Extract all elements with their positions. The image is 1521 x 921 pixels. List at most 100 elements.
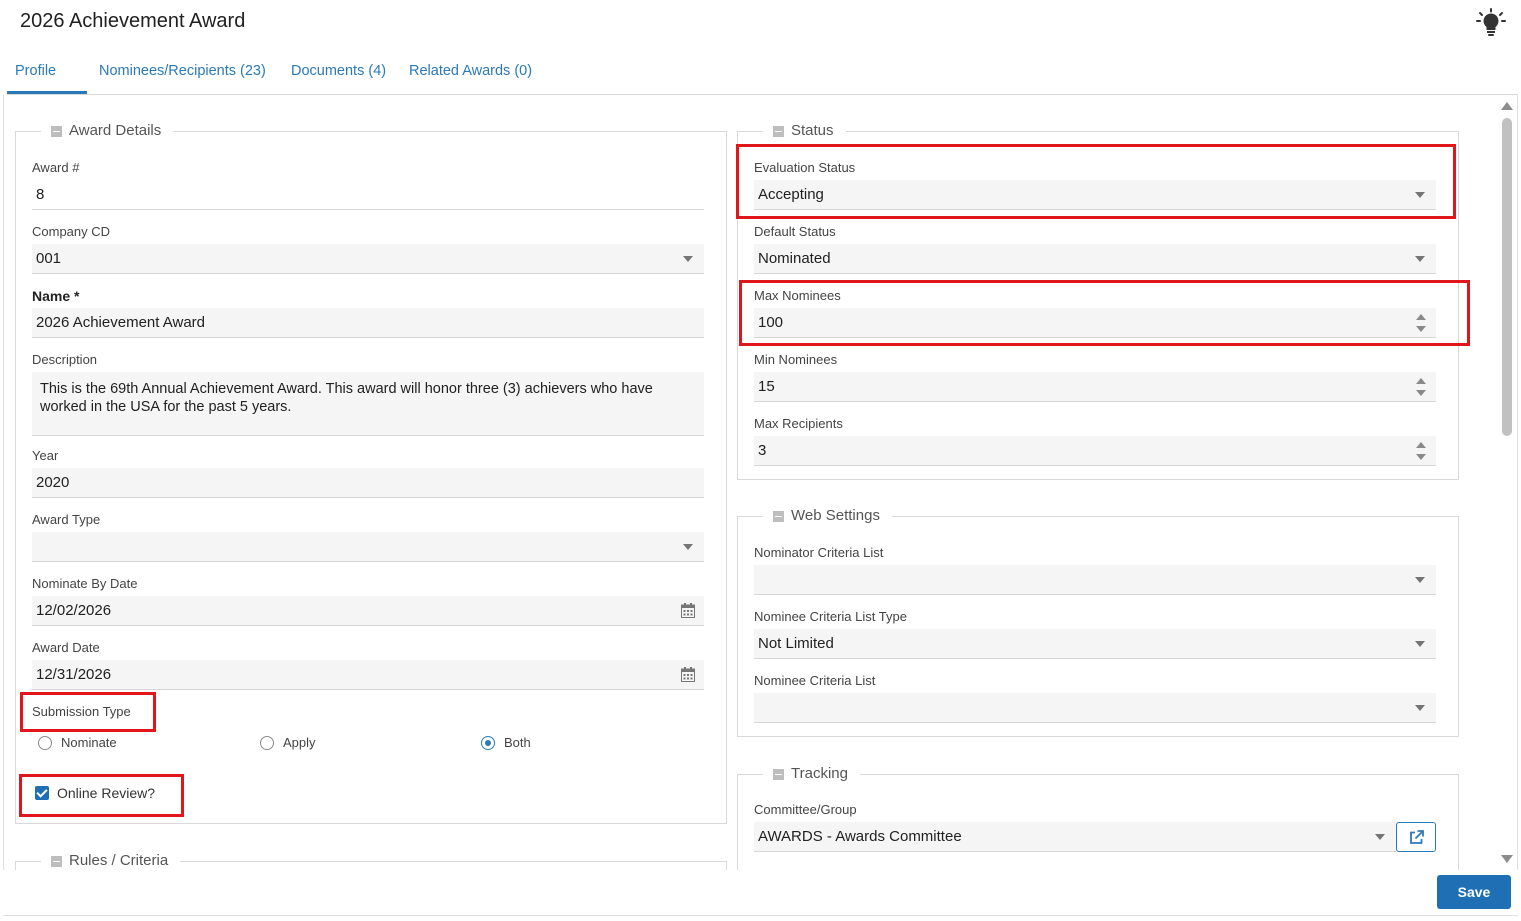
chevron-down-icon[interactable] xyxy=(683,544,693,550)
company-cd-value: 001 xyxy=(36,250,62,267)
status-panel: Status Evaluation Status Accepting Defau… xyxy=(737,121,1459,480)
award-date-value: 12/31/2026 xyxy=(36,666,112,683)
tracking-panel: Tracking Committee/Group AWARDS - Awards… xyxy=(737,764,1459,870)
award-number-field[interactable]: 8 xyxy=(32,180,704,210)
open-committee-button[interactable] xyxy=(1396,822,1436,852)
radio-nominate-label: Nominate xyxy=(61,735,117,750)
default-status-label: Default Status xyxy=(754,224,836,239)
web-settings-panel: Web Settings Nominator Criteria List Nom… xyxy=(737,506,1459,737)
online-review-label: Online Review? xyxy=(57,785,156,801)
year-input[interactable]: 2020 xyxy=(32,468,704,498)
external-link-icon xyxy=(1410,830,1424,844)
radio-apply-label: Apply xyxy=(283,735,316,750)
nominee-criteria-list-type-label: Nominee Criteria List Type xyxy=(754,609,907,624)
radio-nominate[interactable]: Nominate xyxy=(38,735,117,750)
company-cd-label: Company CD xyxy=(32,224,111,239)
nominee-criteria-list-type-value: Not Limited xyxy=(758,635,834,652)
rules-criteria-legend: Rules / Criteria xyxy=(41,851,181,870)
award-date-input[interactable]: 12/31/2026 xyxy=(32,660,704,690)
submission-type-label: Submission Type xyxy=(32,704,131,719)
tab-related-awards[interactable]: Related Awards (0) xyxy=(409,56,532,94)
radio-apply[interactable]: Apply xyxy=(260,735,316,750)
company-cd-select[interactable]: 001 xyxy=(32,244,704,274)
max-recipients-input[interactable]: 3 xyxy=(754,436,1436,466)
award-details-title: Award Details xyxy=(69,122,162,139)
chevron-down-icon[interactable] xyxy=(1415,192,1425,198)
radio-both[interactable]: Both xyxy=(481,735,531,750)
award-details-legend: Award Details xyxy=(41,121,174,141)
nominate-by-date-label: Nominate By Date xyxy=(32,576,138,591)
radio-button[interactable] xyxy=(260,735,274,750)
web-settings-legend: Web Settings xyxy=(763,506,892,526)
scroll-up-arrow-icon[interactable] xyxy=(1501,102,1513,110)
collapse-icon[interactable] xyxy=(51,125,62,137)
chevron-down-icon[interactable] xyxy=(1415,705,1425,711)
max-nominees-input[interactable]: 100 xyxy=(754,308,1436,338)
max-nominees-value: 100 xyxy=(758,314,784,331)
min-nominees-value: 15 xyxy=(758,378,775,395)
footer-divider xyxy=(3,915,1518,916)
default-status-select[interactable]: Nominated xyxy=(754,244,1436,274)
award-type-label: Award Type xyxy=(32,512,101,527)
nominee-criteria-list-select[interactable] xyxy=(754,693,1436,723)
status-legend: Status xyxy=(763,121,846,141)
checkbox-checked-icon[interactable] xyxy=(35,786,49,800)
profile-content: Award Details Award # 8 Company CD 001 N… xyxy=(3,95,1518,870)
radio-button[interactable] xyxy=(38,735,52,750)
chevron-down-icon[interactable] xyxy=(1415,577,1425,583)
chevron-down-icon[interactable] xyxy=(1415,641,1425,647)
tab-nominees-recipients[interactable]: Nominees/Recipients (23) xyxy=(99,56,266,94)
rules-criteria-panel: Rules / Criteria xyxy=(15,851,727,870)
min-nominees-input[interactable]: 15 xyxy=(754,372,1436,402)
default-status-value: Nominated xyxy=(758,250,831,267)
web-settings-title: Web Settings xyxy=(791,507,880,524)
description-label: Description xyxy=(32,352,98,367)
award-date-label: Award Date xyxy=(32,640,100,655)
nominator-criteria-list-label: Nominator Criteria List xyxy=(754,545,884,560)
radio-button-selected[interactable] xyxy=(481,735,495,750)
online-review-checkbox[interactable]: Online Review? xyxy=(35,785,155,801)
tab-documents[interactable]: Documents (4) xyxy=(291,56,386,94)
committee-group-value: AWARDS - Awards Committee xyxy=(758,828,962,845)
radio-both-label: Both xyxy=(504,735,531,750)
award-details-panel: Award Details Award # 8 Company CD 001 N… xyxy=(15,121,727,824)
page-title: 2026 Achievement Award xyxy=(20,10,246,32)
collapse-icon[interactable] xyxy=(773,510,784,522)
chevron-down-icon[interactable] xyxy=(1415,256,1425,262)
status-title: Status xyxy=(791,122,834,139)
nominate-by-date-input[interactable]: 12/02/2026 xyxy=(32,596,704,626)
nominee-criteria-list-label: Nominee Criteria List xyxy=(754,673,876,688)
calendar-icon[interactable] xyxy=(681,603,695,618)
committee-group-select[interactable]: AWARDS - Awards Committee xyxy=(754,822,1396,852)
vertical-scrollbar[interactable] xyxy=(1499,100,1515,865)
nominee-criteria-list-type-select[interactable]: Not Limited xyxy=(754,629,1436,659)
spinner-icon[interactable] xyxy=(1416,442,1426,460)
name-input[interactable]: 2026 Achievement Award xyxy=(32,308,704,338)
tab-bar: Profile Nominees/Recipients (23) Documen… xyxy=(7,56,1518,94)
description-textarea[interactable]: This is the 69th Annual Achievement Awar… xyxy=(32,372,704,436)
chevron-down-icon[interactable] xyxy=(683,256,693,262)
award-type-select[interactable] xyxy=(32,532,704,562)
max-recipients-label: Max Recipients xyxy=(754,416,843,431)
evaluation-status-select[interactable]: Accepting xyxy=(754,180,1436,210)
collapse-icon[interactable] xyxy=(773,125,784,137)
evaluation-status-value: Accepting xyxy=(758,186,824,203)
chevron-down-icon[interactable] xyxy=(1375,834,1385,840)
nominator-criteria-list-select[interactable] xyxy=(754,565,1436,595)
year-label: Year xyxy=(32,448,59,463)
max-recipients-value: 3 xyxy=(758,442,767,459)
max-nominees-label: Max Nominees xyxy=(754,288,841,303)
save-button[interactable]: Save xyxy=(1437,875,1511,909)
nominate-by-date-value: 12/02/2026 xyxy=(36,602,112,619)
collapse-icon[interactable] xyxy=(51,855,62,867)
spinner-icon[interactable] xyxy=(1416,314,1426,332)
calendar-icon[interactable] xyxy=(681,667,695,682)
spinner-icon[interactable] xyxy=(1416,378,1426,396)
tab-profile[interactable]: Profile xyxy=(7,56,87,94)
committee-group-label: Committee/Group xyxy=(754,802,857,817)
collapse-icon[interactable] xyxy=(773,768,784,780)
scroll-thumb[interactable] xyxy=(1502,118,1512,436)
lightbulb-icon[interactable] xyxy=(1476,8,1506,36)
scroll-down-arrow-icon[interactable] xyxy=(1501,855,1513,863)
evaluation-status-label: Evaluation Status xyxy=(754,160,856,175)
